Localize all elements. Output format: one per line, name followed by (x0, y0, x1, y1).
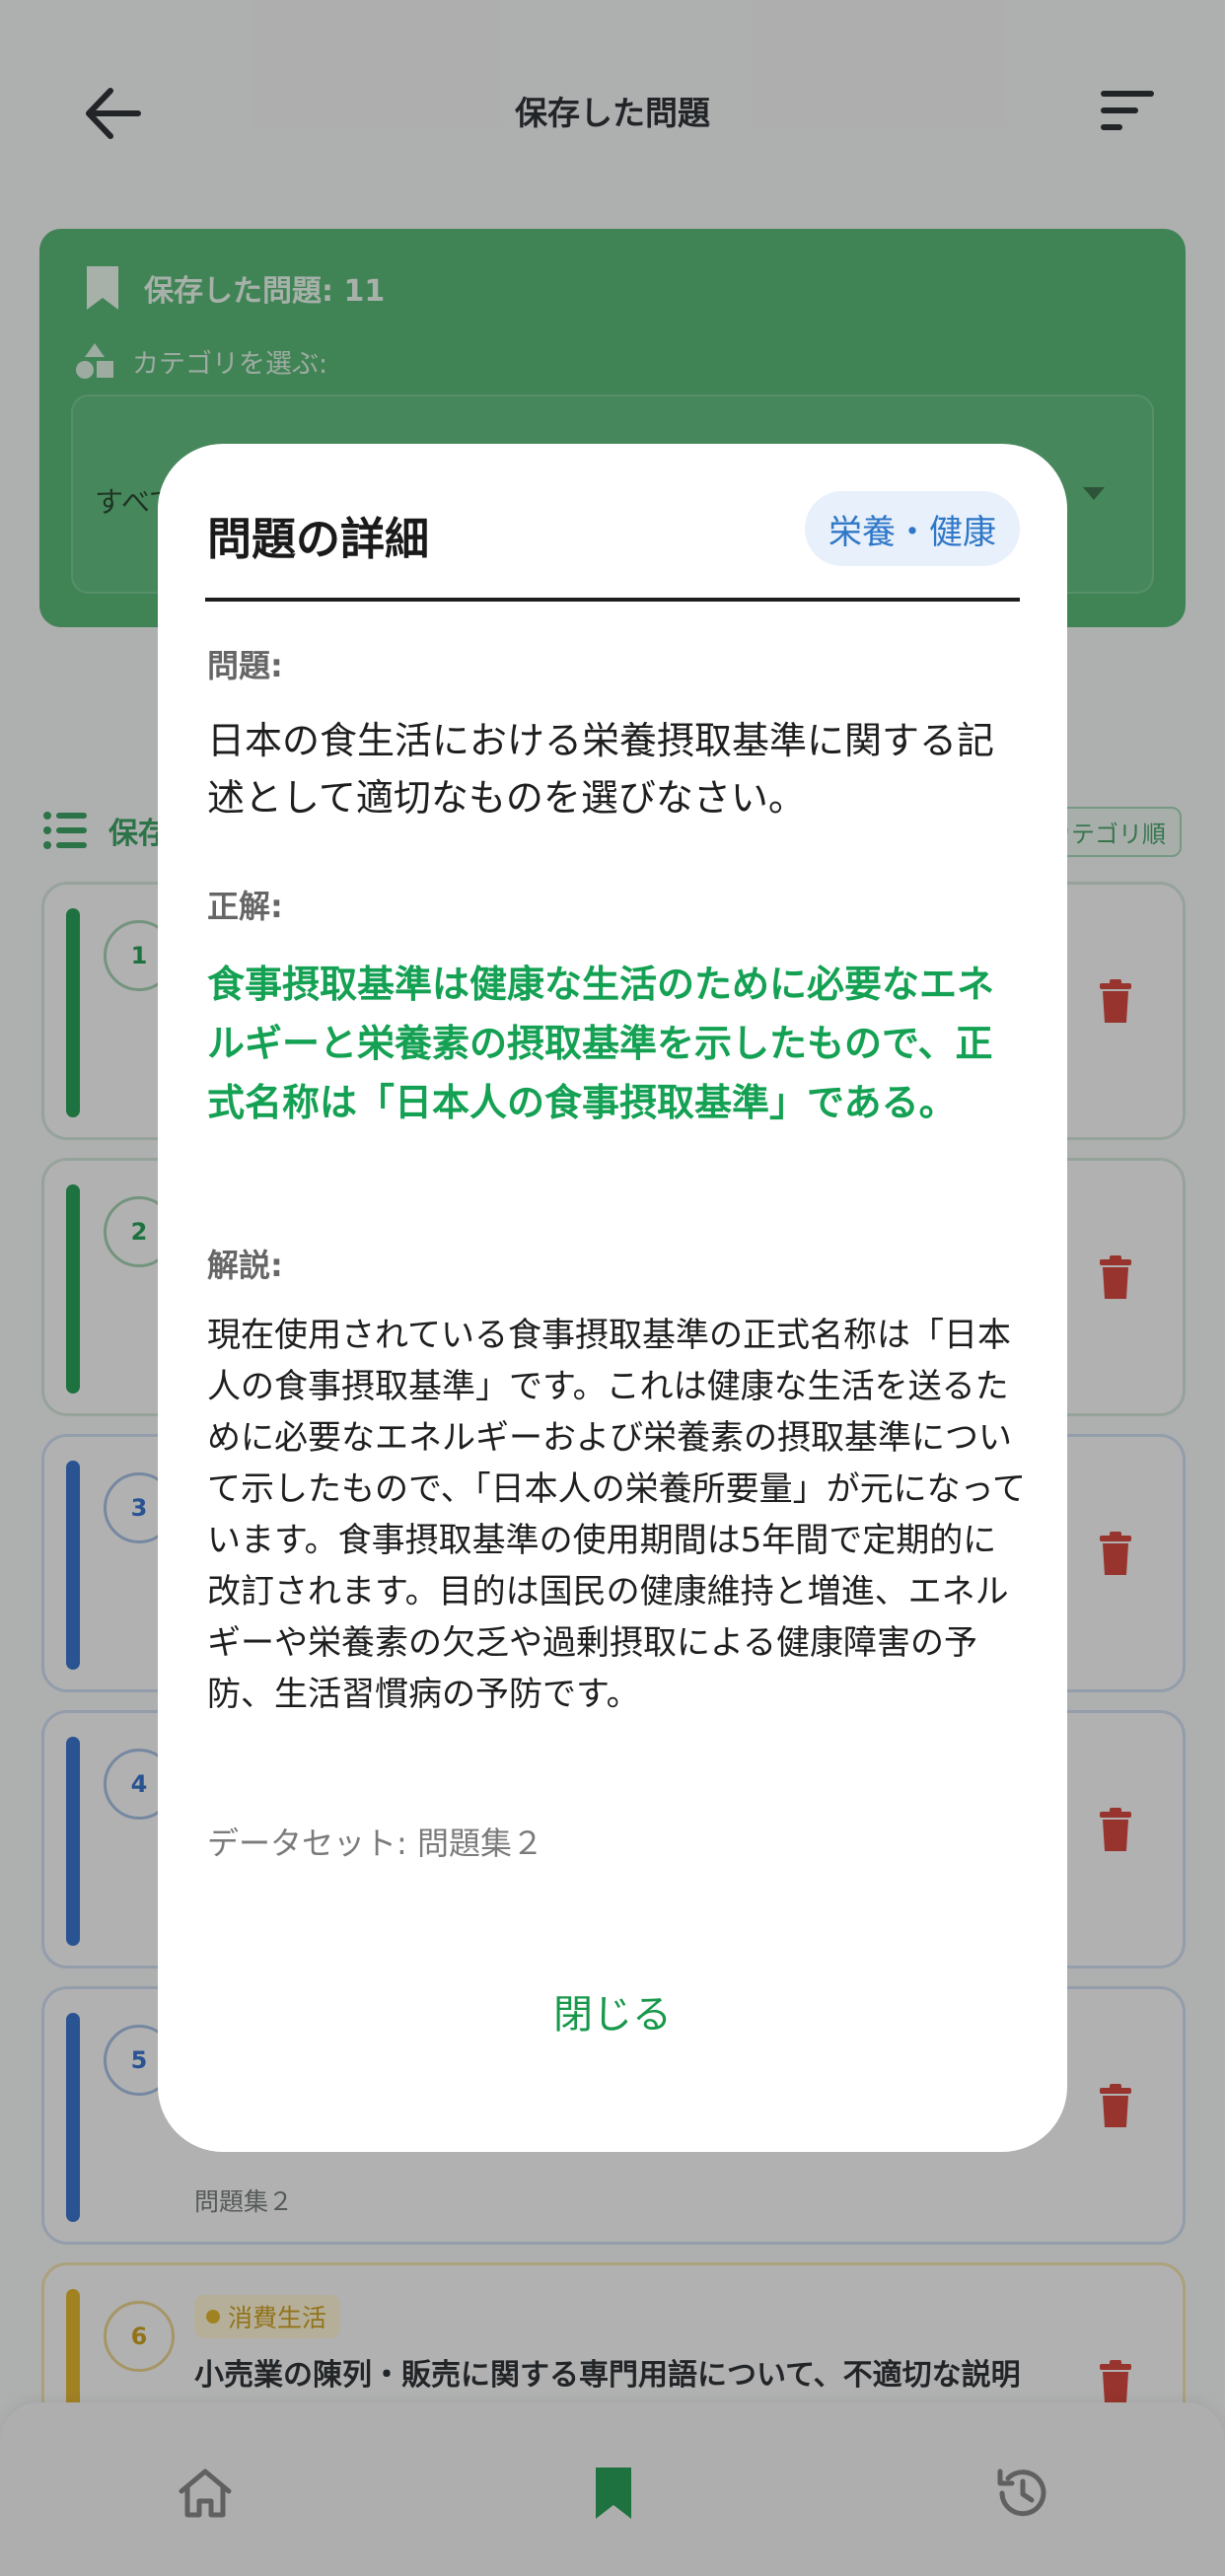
category-tag: 栄養・健康 (805, 491, 1020, 566)
dialog-divider (205, 598, 1020, 602)
question-label: 問題: (207, 647, 283, 684)
question-text: 日本の食生活における栄養摂取基準に関する記述として適切なものを選びなさい。 (207, 719, 995, 820)
explanation-text: 現在使用されている食事摂取基準の正式名称は「日本人の食事摂取基準」です。これは健… (207, 1316, 1026, 1714)
explanation-label: 解説: (207, 1247, 283, 1284)
dataset-text: データセット: 問題集２ (207, 1825, 543, 1862)
saved-questions-screen: 保存した問題 保存した問題: 11 カテゴリを選ぶ: すべて 保存 カテゴリ順 … (0, 0, 1225, 2576)
answer-label: 正解: (207, 888, 283, 925)
answer-text: 食事摂取基準は健康な生活のために必要なエネルギーと栄養素の摂取基準を示したもので… (207, 963, 995, 1124)
question-detail-dialog: 問題の詳細 栄養・健康 問題: 日本の食生活における栄養摂取基準に関する記述とし… (158, 444, 1067, 2152)
dialog-title: 問題の詳細 (207, 513, 430, 565)
close-button[interactable]: 閉じる (158, 1982, 1067, 2039)
